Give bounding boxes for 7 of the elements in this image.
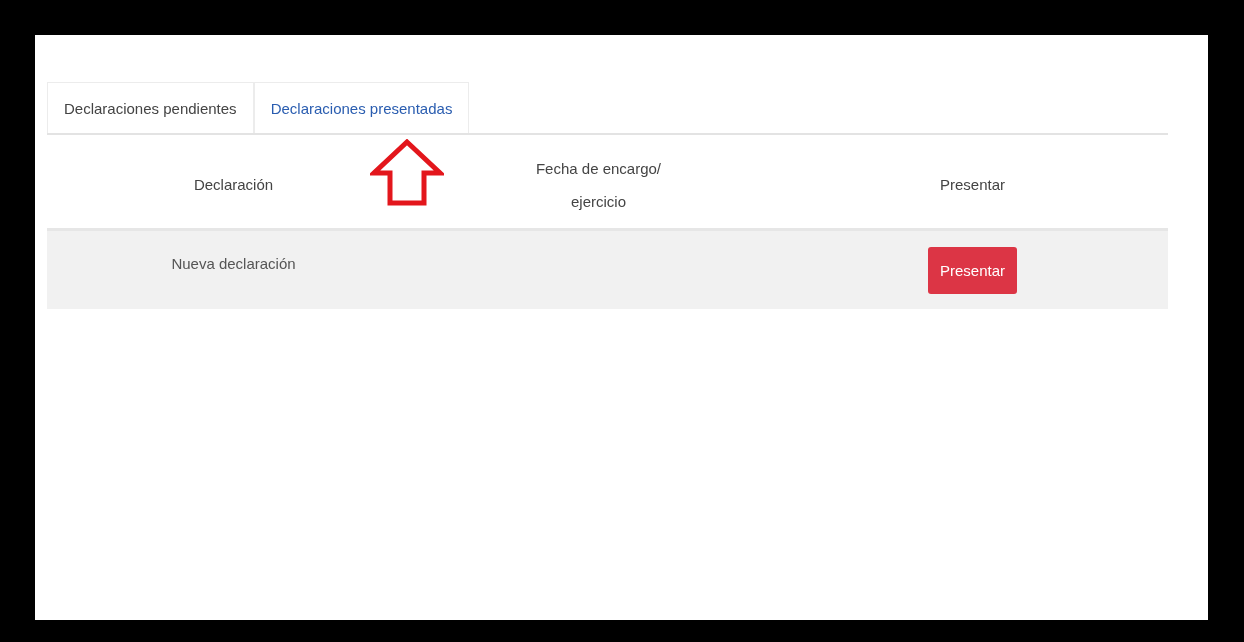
present-button[interactable]: Presentar: [927, 246, 1017, 294]
column-header: Fecha de encargo/ ejercicio: [535, 158, 662, 212]
tab[interactable]: Declaraciones pendientes: [47, 82, 254, 133]
column-header: Presentar: [939, 175, 1005, 195]
column-header: Declaración: [193, 175, 274, 195]
table-cell: Nueva declaración: [171, 255, 296, 272]
tab[interactable]: Declaraciones presentadas: [253, 82, 470, 133]
